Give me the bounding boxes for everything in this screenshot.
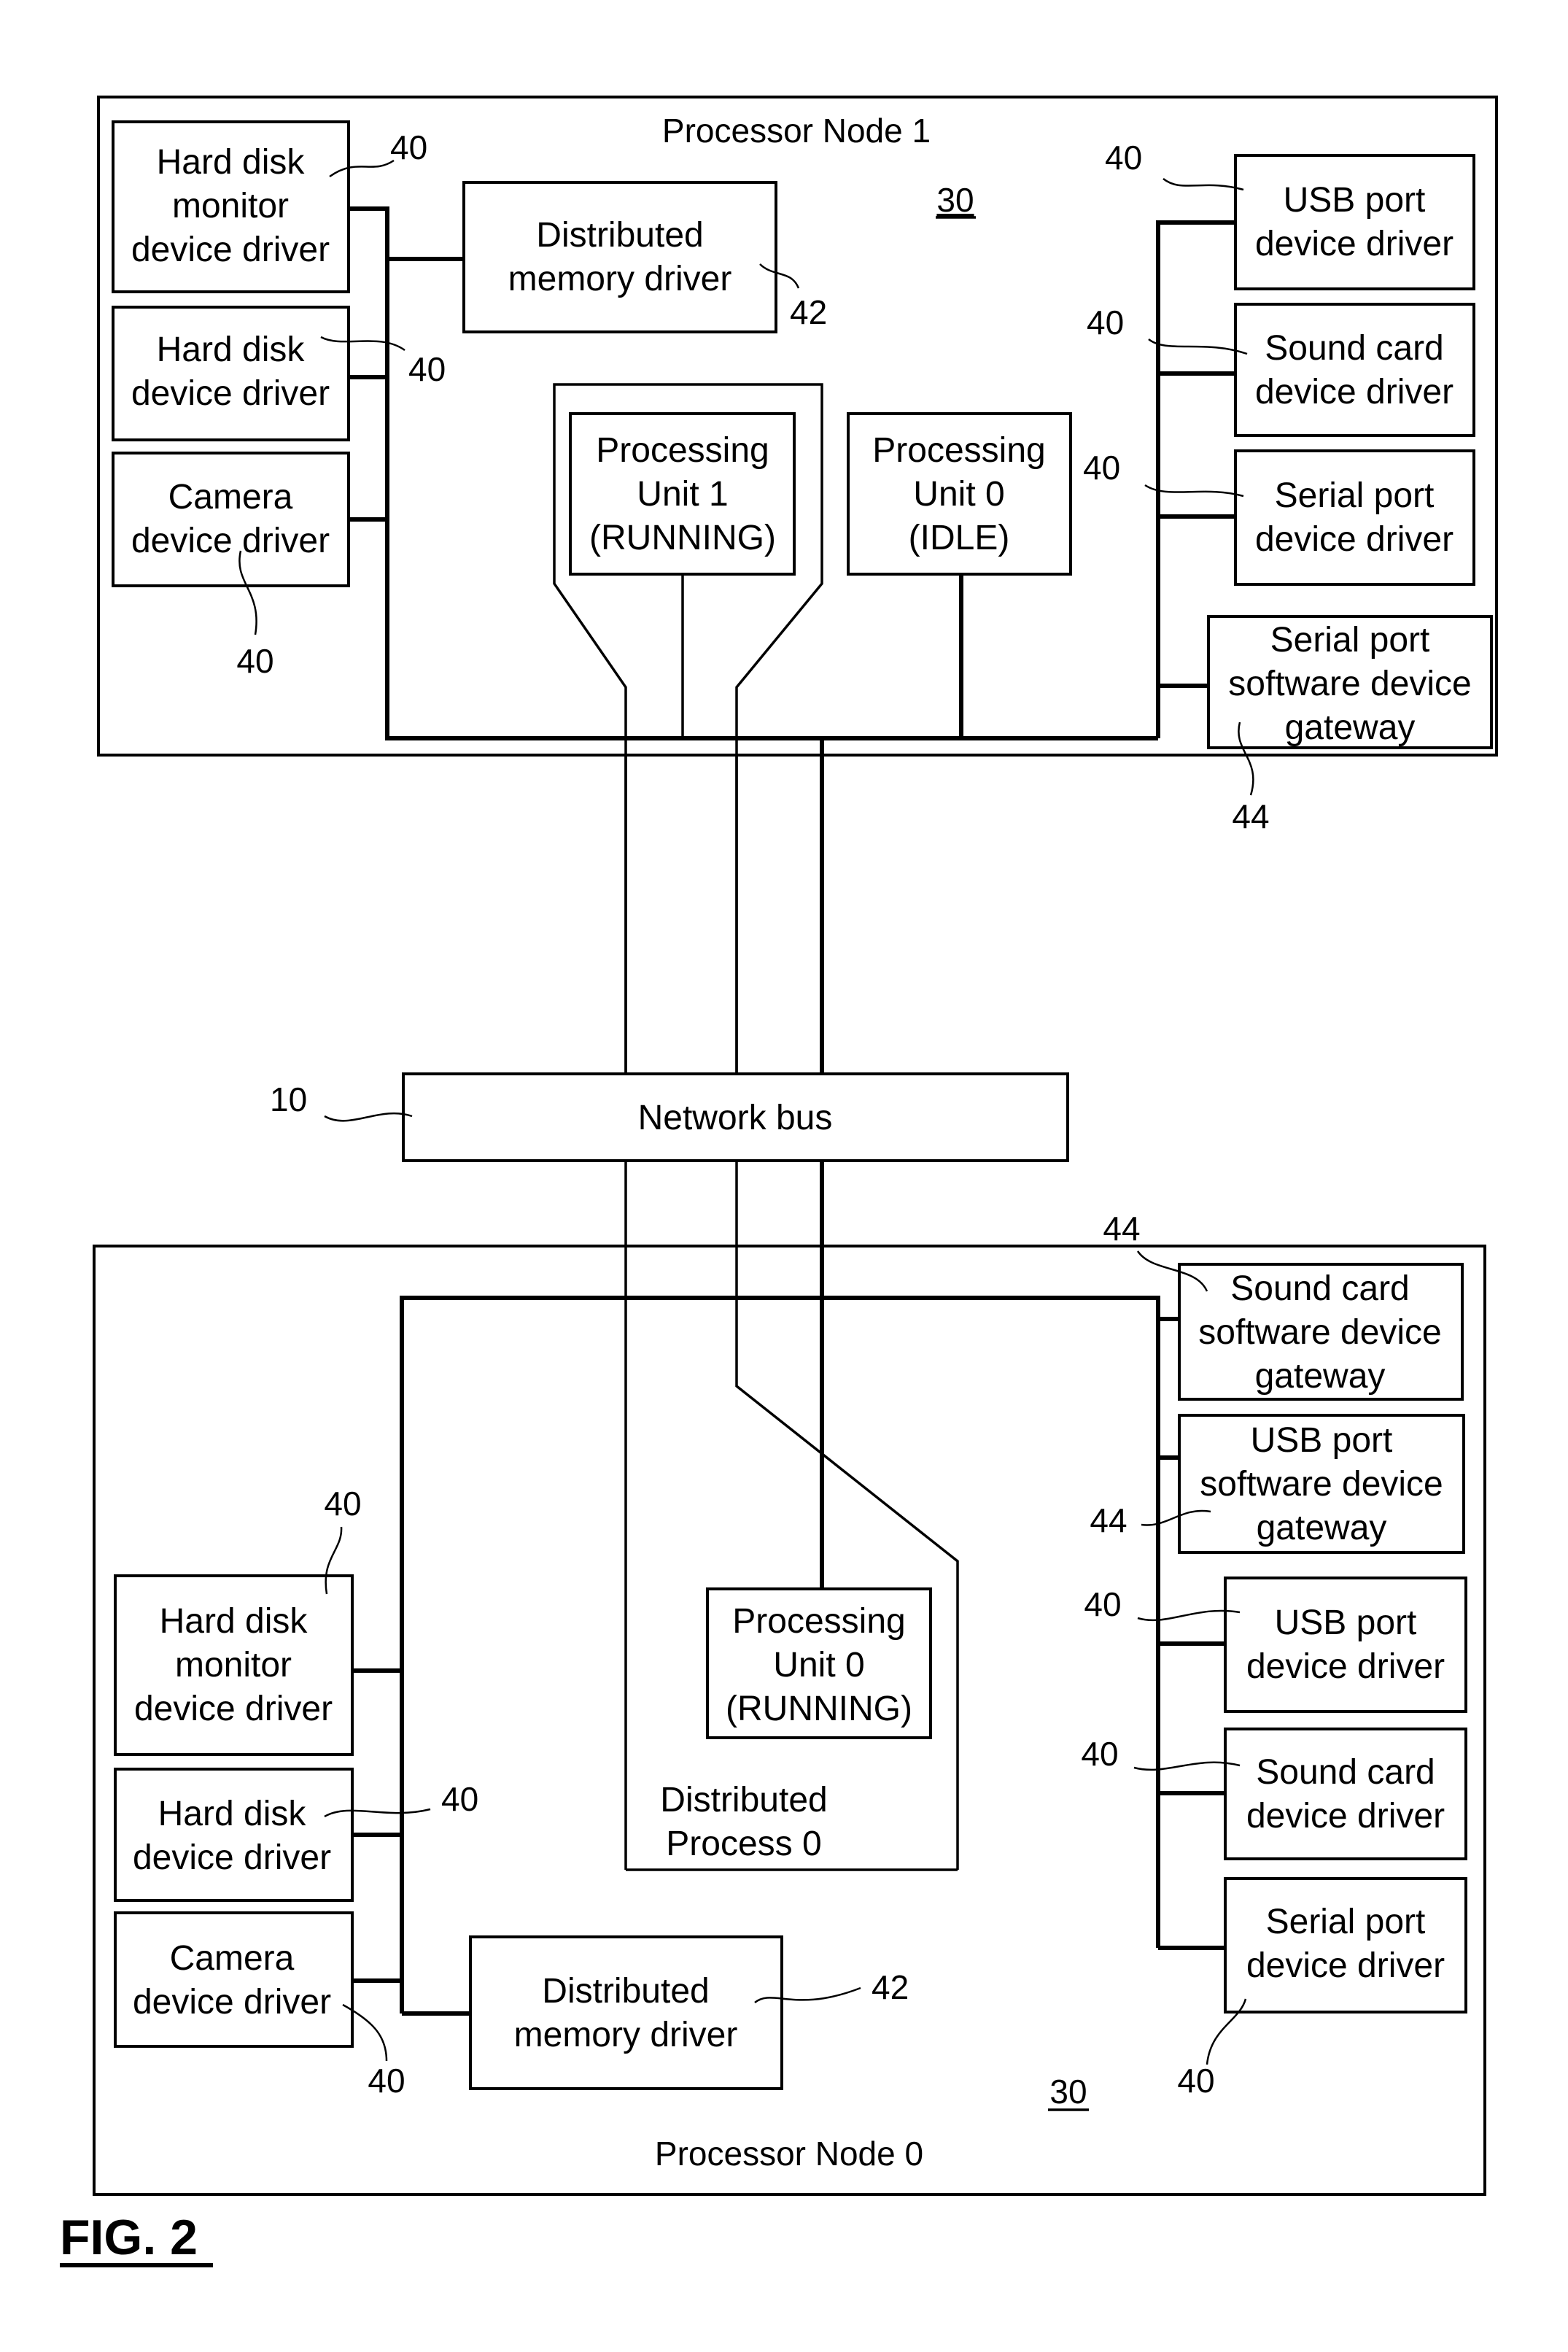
svg-text:device driver: device driver <box>1246 1647 1445 1686</box>
svg-text:Sound card: Sound card <box>1230 1269 1410 1308</box>
svg-text:(IDLE): (IDLE) <box>909 519 1010 557</box>
node1-processing-unit-0: Processing Unit 0 (IDLE) <box>847 412 1072 576</box>
svg-text:memory driver: memory driver <box>508 260 732 298</box>
node0-ref-40-a: 40 <box>324 1485 361 1523</box>
fig2-diagram: Processor Node 1 30 Hard disk monitor de… <box>60 96 1498 2267</box>
svg-text:Hard disk: Hard disk <box>158 1795 307 1833</box>
node1-ref: 30 <box>936 181 974 219</box>
svg-text:Serial port: Serial port <box>1270 621 1430 659</box>
node0-ref-40-c: 40 <box>368 2062 405 2100</box>
svg-text:software device: software device <box>1200 1465 1443 1504</box>
node0-distributed-process: Distributed Process 0 <box>660 1781 827 1863</box>
svg-text:Camera: Camera <box>170 1939 295 1978</box>
node1-camera-driver: Camera device driver <box>112 452 350 587</box>
svg-text:gateway: gateway <box>1285 708 1416 747</box>
node1-ref-42: 42 <box>790 293 827 331</box>
svg-text:software device: software device <box>1198 1313 1442 1352</box>
node0-ref-40-b: 40 <box>441 1780 478 1818</box>
node0-ref-44-a: 44 <box>1103 1210 1140 1247</box>
svg-text:Processing: Processing <box>872 431 1045 470</box>
svg-text:Serial port: Serial port <box>1275 476 1435 515</box>
svg-text:(RUNNING): (RUNNING) <box>726 1690 912 1728</box>
svg-text:device driver: device driver <box>131 374 330 413</box>
network-bus: Network bus <box>402 1072 1069 1162</box>
svg-text:Serial port: Serial port <box>1266 1903 1426 1941</box>
node1-ref-40-e: 40 <box>1087 303 1124 341</box>
node1-ref-40-c: 40 <box>236 642 273 680</box>
node0-hard-disk-monitor-driver: Hard disk monitor device driver <box>114 1574 354 1756</box>
svg-text:Unit 0: Unit 0 <box>773 1646 864 1684</box>
node0-camera-driver: Camera device driver <box>114 1911 354 2048</box>
processor-node-1: Processor Node 1 30 Hard disk monitor de… <box>97 96 1498 1080</box>
node1-ref-44: 44 <box>1232 797 1269 835</box>
node0-distributed-memory-driver: Distributed memory driver <box>469 1935 783 2090</box>
svg-text:device driver: device driver <box>1246 1797 1445 1835</box>
svg-text:device driver: device driver <box>131 231 330 269</box>
node0-ref: 30 <box>1049 2073 1087 2111</box>
node0-processing-unit-0: Processing Unit 0 (RUNNING) <box>706 1587 932 1739</box>
svg-text:device driver: device driver <box>1255 225 1453 263</box>
svg-text:memory driver: memory driver <box>514 2016 738 2054</box>
node1-ref-40-a: 40 <box>390 128 427 166</box>
svg-text:device driver: device driver <box>133 1983 331 2022</box>
svg-text:Process 0: Process 0 <box>666 1825 821 1863</box>
node1-processing-unit-1: Processing Unit 1 (RUNNING) <box>569 412 796 576</box>
svg-text:Network bus: Network bus <box>638 1099 833 1137</box>
node0-ref-40-d: 40 <box>1084 1585 1121 1623</box>
node0-sound-card-gateway: Sound card software device gateway <box>1178 1263 1464 1401</box>
svg-text:Camera: Camera <box>168 478 293 517</box>
svg-text:Distributed: Distributed <box>536 216 703 255</box>
svg-text:device driver: device driver <box>1246 1946 1445 1985</box>
svg-text:USB port: USB port <box>1275 1604 1417 1642</box>
svg-text:Sound card: Sound card <box>1265 329 1444 368</box>
processor-node-0: Processor Node 0 30 Distributed Process … <box>93 1210 1486 2196</box>
svg-text:Sound card: Sound card <box>1256 1753 1435 1792</box>
node0-hard-disk-driver: Hard disk device driver <box>114 1768 354 1902</box>
node1-ref-40-b: 40 <box>408 350 446 388</box>
svg-text:device driver: device driver <box>133 1838 331 1877</box>
svg-text:device driver: device driver <box>1255 373 1453 411</box>
node1-sound-card-driver: Sound card device driver <box>1234 303 1475 437</box>
node1-usb-port-driver: USB port device driver <box>1234 154 1475 290</box>
svg-text:Unit 1: Unit 1 <box>637 475 728 514</box>
node1-distributed-memory-driver: Distributed memory driver <box>462 181 777 333</box>
node0-title: Processor Node 0 <box>655 2135 923 2173</box>
svg-text:Distributed: Distributed <box>542 1972 709 2011</box>
network-bus-ref: 10 <box>270 1080 307 1118</box>
svg-text:software device: software device <box>1228 665 1472 703</box>
svg-text:device driver: device driver <box>134 1690 333 1728</box>
node0-ref-42: 42 <box>872 1968 909 2006</box>
node0-usb-port-gateway: USB port software device gateway <box>1178 1414 1465 1554</box>
node0-ref-40-f: 40 <box>1177 2062 1214 2100</box>
svg-text:Processing: Processing <box>596 431 769 470</box>
svg-text:Hard disk: Hard disk <box>157 143 306 182</box>
svg-text:USB port: USB port <box>1251 1421 1393 1460</box>
node1-ref-40-d: 40 <box>1105 139 1142 177</box>
svg-text:(RUNNING): (RUNNING) <box>589 519 776 557</box>
svg-text:device driver: device driver <box>1255 520 1453 559</box>
svg-text:Processing: Processing <box>732 1602 905 1641</box>
node0-ref-40-e: 40 <box>1081 1735 1118 1773</box>
svg-text:Unit 0: Unit 0 <box>913 475 1004 514</box>
svg-text:monitor: monitor <box>175 1646 292 1684</box>
node1-serial-port-driver: Serial port device driver <box>1234 449 1475 586</box>
svg-text:USB port: USB port <box>1284 181 1426 220</box>
svg-text:Hard disk: Hard disk <box>160 1602 308 1641</box>
node0-usb-port-driver: USB port device driver <box>1224 1577 1467 1713</box>
svg-text:gateway: gateway <box>1257 1509 1387 1547</box>
node1-title: Processor Node 1 <box>662 112 931 150</box>
node0-sound-card-driver: Sound card device driver <box>1224 1728 1467 1860</box>
svg-text:Hard disk: Hard disk <box>157 330 306 369</box>
node1-hard-disk-driver: Hard disk device driver <box>112 306 350 441</box>
node1-ref-40-f: 40 <box>1083 449 1120 487</box>
figure-label: FIG. 2 <box>60 2210 198 2265</box>
svg-text:monitor: monitor <box>172 187 289 225</box>
svg-text:device driver: device driver <box>131 522 330 560</box>
node1-hard-disk-monitor-driver: Hard disk monitor device driver <box>112 120 350 293</box>
svg-text:gateway: gateway <box>1255 1357 1386 1396</box>
node1-serial-port-gateway: Serial port software device gateway <box>1207 615 1493 749</box>
node0-ref-44-b: 44 <box>1090 1501 1127 1539</box>
svg-text:Distributed: Distributed <box>660 1781 827 1819</box>
node0-serial-port-driver: Serial port device driver <box>1224 1877 1467 2013</box>
